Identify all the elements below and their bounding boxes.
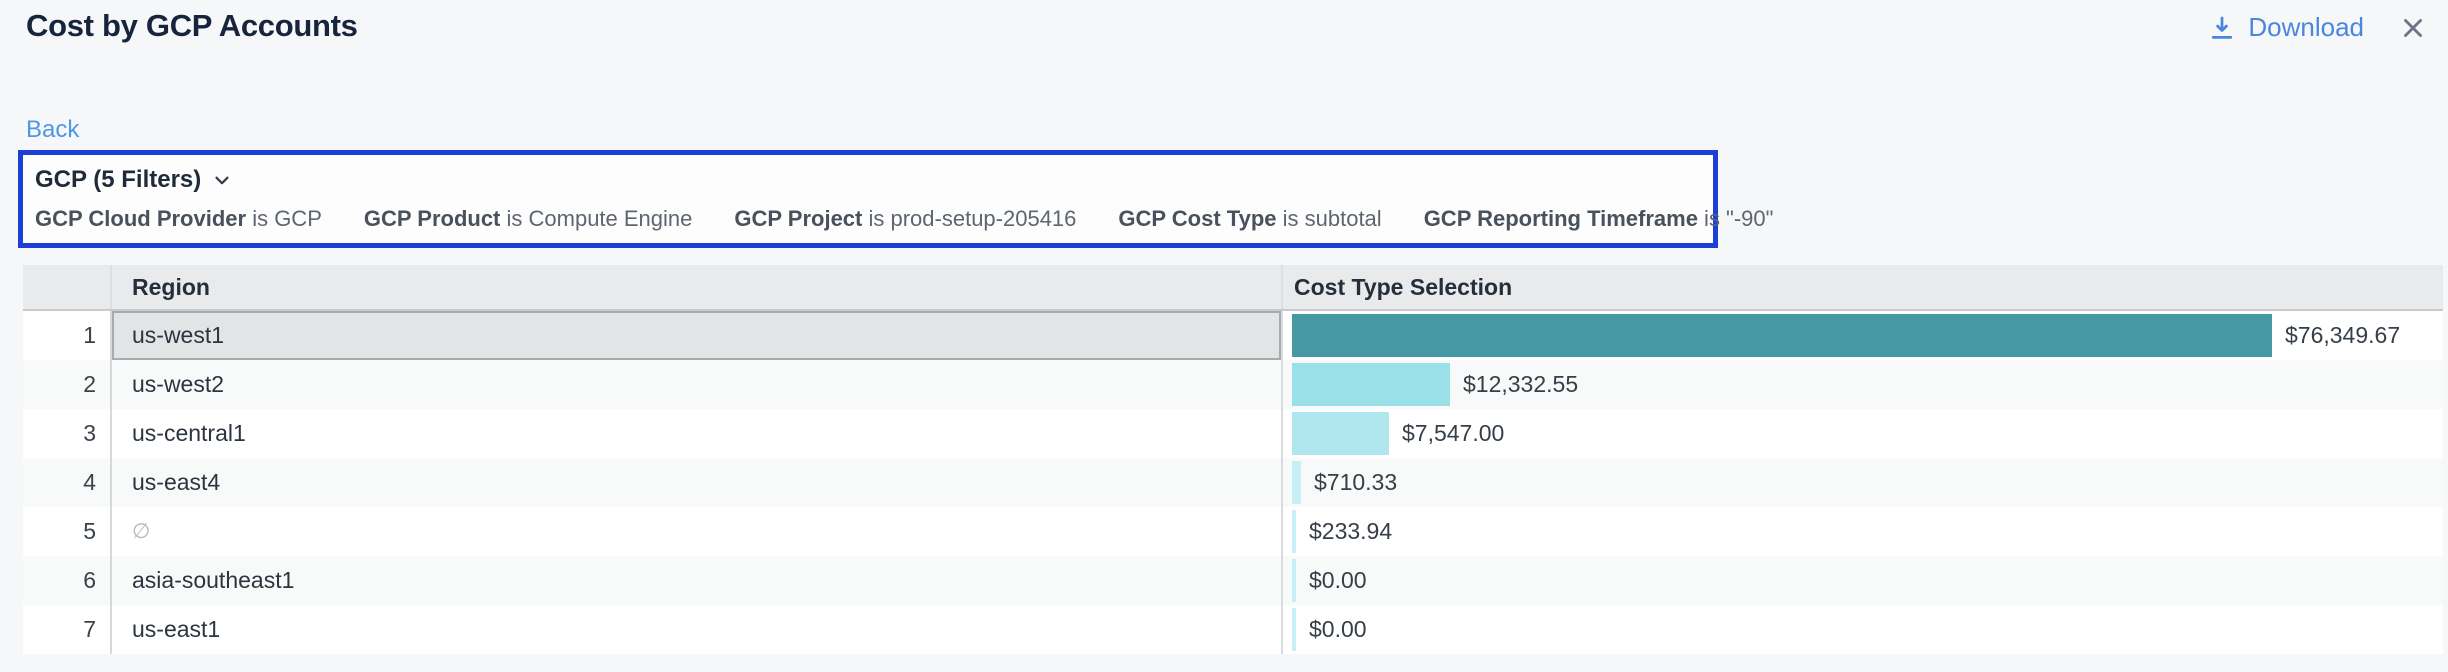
filter-name: GCP Cost Type	[1118, 206, 1276, 231]
table-row[interactable]: 5 ∅ $233.94	[23, 507, 2443, 556]
table-body: 1us-west1$76,349.672us-west2$12,332.553u…	[23, 311, 2443, 654]
region-cell[interactable]: us-east4	[112, 458, 1281, 507]
cost-bar	[1292, 608, 1296, 651]
cost-bar	[1292, 412, 1389, 455]
download-button[interactable]: Download	[2207, 12, 2364, 43]
cost-column-header[interactable]: Cost Type Selection	[1281, 265, 2443, 309]
row-number-cell: 3	[23, 409, 112, 458]
cost-value: $12,332.55	[1463, 371, 1578, 398]
filter-item: GCP Product is Compute Engine	[364, 206, 693, 232]
cost-cell[interactable]: $7,547.00	[1281, 409, 2443, 458]
filter-item: GCP Cost Type is subtotal	[1118, 206, 1381, 232]
region-label: us-west1	[132, 322, 224, 349]
row-number-cell: 1	[23, 311, 112, 360]
region-label: us-central1	[132, 420, 246, 447]
cost-cell[interactable]: $76,349.67	[1281, 311, 2443, 360]
table-row[interactable]: 1 us-west1 $76,349.67	[23, 311, 2443, 360]
cost-cell[interactable]: $12,332.55	[1281, 360, 2443, 409]
row-number-cell: 6	[23, 556, 112, 605]
region-label: us-east4	[132, 469, 220, 496]
region-label: us-east1	[132, 616, 220, 643]
table-row[interactable]: 7 us-east1 $0.00	[23, 605, 2443, 654]
filter-condition: is "-90"	[1698, 206, 1774, 231]
cost-bar	[1292, 461, 1301, 504]
filter-item: GCP Project is prod-setup-205416	[734, 206, 1076, 232]
filter-condition: is GCP	[246, 206, 322, 231]
filter-name: GCP Cloud Provider	[35, 206, 246, 231]
cost-bar	[1292, 314, 2272, 357]
top-actions: Download	[2207, 12, 2428, 43]
region-cell[interactable]: ∅	[112, 507, 1281, 556]
filter-condition: is Compute Engine	[500, 206, 692, 231]
cost-bar	[1292, 510, 1296, 553]
region-label: asia-southeast1	[132, 567, 294, 594]
row-number-cell: 5	[23, 507, 112, 556]
filter-name: GCP Product	[364, 206, 501, 231]
table-row[interactable]: 6 asia-southeast1 $0.00	[23, 556, 2443, 605]
close-icon	[2398, 13, 2428, 43]
download-icon	[2207, 13, 2237, 43]
chevron-down-icon	[211, 169, 233, 191]
filter-condition: is prod-setup-205416	[862, 206, 1076, 231]
null-value: ∅	[132, 519, 150, 544]
cost-value: $710.33	[1314, 469, 1397, 496]
cost-bar	[1292, 363, 1450, 406]
filter-name: GCP Reporting Timeframe	[1424, 206, 1698, 231]
table-row[interactable]: 3 us-central1 $7,547.00	[23, 409, 2443, 458]
table-header-row: Region Cost Type Selection	[23, 265, 2443, 311]
cost-value: $0.00	[1309, 567, 1367, 594]
row-number-header	[23, 265, 112, 309]
row-number-cell: 2	[23, 360, 112, 409]
row-number-cell: 4	[23, 458, 112, 507]
filter-summary-label: GCP (5 Filters)	[35, 166, 201, 194]
cost-bar	[1292, 559, 1296, 602]
cost-value: $76,349.67	[2285, 322, 2400, 349]
filter-list: GCP Cloud Provider is GCP GCP Product is …	[35, 206, 1701, 232]
close-button[interactable]	[2398, 13, 2428, 43]
filter-panel: GCP (5 Filters) GCP Cloud Provider is GC…	[18, 150, 1718, 248]
table-row[interactable]: 2 us-west2 $12,332.55	[23, 360, 2443, 409]
cost-cell[interactable]: $710.33	[1281, 458, 2443, 507]
filter-item: GCP Reporting Timeframe is "-90"	[1424, 206, 1774, 232]
region-cell[interactable]: us-central1	[112, 409, 1281, 458]
row-number-cell: 7	[23, 605, 112, 654]
page-title: Cost by GCP Accounts	[26, 8, 358, 44]
table-row[interactable]: 4 us-east4 $710.33	[23, 458, 2443, 507]
download-label: Download	[2248, 12, 2364, 43]
region-cell[interactable]: asia-southeast1	[112, 556, 1281, 605]
cost-report-panel: Cost by GCP Accounts Download Back	[0, 0, 2448, 672]
cost-value: $7,547.00	[1402, 420, 1504, 447]
cost-cell[interactable]: $0.00	[1281, 556, 2443, 605]
back-link[interactable]: Back	[26, 116, 79, 144]
filter-item: GCP Cloud Provider is GCP	[35, 206, 322, 232]
cost-value: $0.00	[1309, 616, 1367, 643]
cost-table: Region Cost Type Selection 1 us-west1 $76,…	[23, 265, 2443, 654]
filter-summary-dropdown[interactable]: GCP (5 Filters)	[35, 163, 233, 197]
cost-value: $233.94	[1309, 518, 1392, 545]
cost-cell[interactable]: $233.94	[1281, 507, 2443, 556]
region-cell[interactable]: us-west1	[112, 311, 1281, 360]
region-label: us-west2	[132, 371, 224, 398]
cost-cell[interactable]: $0.00	[1281, 605, 2443, 654]
filter-condition: is subtotal	[1277, 206, 1382, 231]
region-cell[interactable]: us-east1	[112, 605, 1281, 654]
filter-name: GCP Project	[734, 206, 862, 231]
region-cell[interactable]: us-west2	[112, 360, 1281, 409]
region-column-header[interactable]: Region	[112, 265, 1281, 309]
